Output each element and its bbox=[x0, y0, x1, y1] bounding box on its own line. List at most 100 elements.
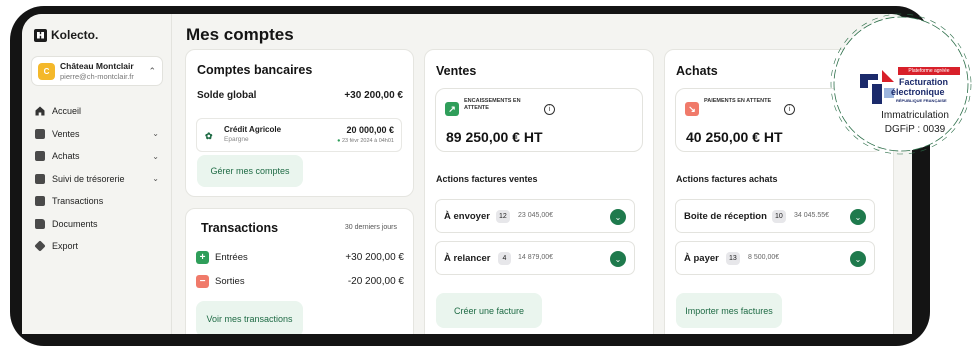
stat-label: Paiements en attente bbox=[704, 98, 772, 104]
kolecto-logo-icon bbox=[34, 28, 47, 42]
plus-icon: + bbox=[196, 251, 209, 264]
badge-line1: Facturation bbox=[899, 77, 949, 87]
card-title: Achats bbox=[676, 64, 718, 78]
chevron-down-icon[interactable]: ⌄ bbox=[152, 174, 159, 183]
info-icon[interactable]: i bbox=[544, 104, 555, 115]
comptes-bancaires-card: Comptes bancaires Solde global +30 200,0… bbox=[185, 49, 414, 197]
minus-icon: − bbox=[196, 275, 209, 288]
action-label: Boite de réception bbox=[684, 211, 767, 222]
sidebar-item-label: Transactions bbox=[52, 196, 104, 207]
count-badge: 12 bbox=[496, 210, 510, 223]
entrees-value: +30 200,00 € bbox=[345, 252, 404, 263]
avatar: C bbox=[38, 62, 55, 80]
action-amount: 8 500,00€ bbox=[748, 254, 780, 261]
sidebar-item-tresorerie[interactable]: Suivi de trésorerie ⌄ bbox=[31, 168, 163, 191]
badge-line4: Immatriculation bbox=[881, 110, 949, 121]
gerer-comptes-button[interactable]: Gérer mes comptes bbox=[197, 155, 303, 187]
solde-global-label: Solde global bbox=[197, 90, 257, 101]
main-content: Mes comptes Comptes bancaires Solde glob… bbox=[172, 14, 912, 334]
sidebar-item-label: Accueil bbox=[52, 106, 82, 117]
action-amount: 34 045.55€ bbox=[794, 212, 830, 219]
sidebar-item-label: Suivi de trésorerie bbox=[52, 173, 125, 184]
transactions-icon bbox=[35, 196, 45, 207]
voir-transactions-button[interactable]: Voir mes transactions bbox=[196, 301, 303, 334]
sidebar-item-accueil[interactable]: Accueil bbox=[31, 100, 163, 123]
brand-logo[interactable]: Kolecto. bbox=[34, 28, 98, 42]
treasury-icon bbox=[35, 173, 45, 184]
card-title: Transactions bbox=[201, 221, 279, 235]
stat-value: 40 250,00 € HT bbox=[686, 129, 783, 145]
sidebar-item-label: Documents bbox=[52, 218, 98, 229]
app-screen: Kolecto. C Château Montclair pierre@ch-m… bbox=[22, 14, 912, 334]
count-badge: 13 bbox=[726, 252, 740, 265]
export-icon bbox=[34, 240, 46, 252]
purchases-icon bbox=[35, 151, 45, 162]
account-switcher[interactable]: C Château Montclair pierre@ch-montclair.… bbox=[31, 56, 163, 86]
bank-account-item[interactable]: ✿ Crédit Agricole Epargne 20 000,00 € ● … bbox=[196, 118, 402, 152]
transactions-card: Transactions 30 derniers jours + Entrées… bbox=[185, 208, 414, 334]
chevron-down-icon[interactable]: ⌄ bbox=[850, 251, 866, 267]
sidebar: Kolecto. C Château Montclair pierre@ch-m… bbox=[22, 14, 172, 334]
entrees-label: Entrées bbox=[215, 252, 248, 263]
badge-line3: RÉPUBLIQUE FRANÇAISE bbox=[896, 98, 947, 103]
encaissements-stat: ↗ Encaissements en attente i 89 250,00 €… bbox=[435, 88, 643, 152]
count-badge: 4 bbox=[498, 252, 511, 265]
info-icon[interactable]: i bbox=[784, 104, 795, 115]
card-title: Comptes bancaires bbox=[197, 63, 313, 77]
account-email: pierre@ch-montclair.fr bbox=[60, 71, 134, 81]
sidebar-item-label: Export bbox=[52, 241, 79, 252]
actions-achats-title: Actions factures achats bbox=[676, 174, 778, 184]
bank-account-type: Epargne bbox=[224, 136, 249, 143]
page-title: Mes comptes bbox=[186, 25, 294, 44]
action-boite-reception[interactable]: Boite de réception 10 34 045.55€ ⌄ bbox=[675, 199, 875, 233]
sidebar-item-achats[interactable]: Achats ⌄ bbox=[31, 145, 163, 168]
sidebar-item-ventes[interactable]: Ventes ⌄ bbox=[31, 123, 163, 146]
bank-name: Crédit Agricole bbox=[224, 125, 282, 134]
sidebar-item-documents[interactable]: Documents bbox=[31, 213, 163, 236]
chevron-updown-icon: ⌃ bbox=[148, 65, 156, 76]
action-label: À payer bbox=[684, 253, 719, 264]
creer-facture-button[interactable]: Créer une facture bbox=[436, 293, 542, 328]
arrow-up-right-icon: ↗ bbox=[445, 102, 459, 116]
sync-date-text: 23 févr 2024 à 04h01 bbox=[342, 138, 394, 144]
sidebar-item-label: Achats bbox=[52, 151, 80, 162]
sales-icon bbox=[35, 128, 45, 139]
chevron-down-icon[interactable]: ⌄ bbox=[152, 129, 159, 138]
stat-value: 89 250,00 € HT bbox=[446, 129, 543, 145]
arrow-down-right-icon: ↘ bbox=[685, 102, 699, 116]
home-icon bbox=[35, 106, 45, 116]
action-amount: 23 045,00€ bbox=[518, 212, 554, 219]
actions-ventes-title: Actions factures ventes bbox=[436, 174, 538, 184]
badge-tag: Plateforme agréée bbox=[898, 67, 960, 75]
badge-line5: DGFiP : 0039 bbox=[884, 124, 946, 135]
action-a-envoyer[interactable]: À envoyer 12 23 045,00€ ⌄ bbox=[435, 199, 635, 233]
solde-global-value: +30 200,00 € bbox=[344, 90, 403, 101]
sidebar-item-export[interactable]: Export bbox=[31, 235, 163, 258]
stat-label: Encaissements en attente bbox=[464, 98, 521, 112]
bank-logo-icon: ✿ bbox=[205, 131, 213, 141]
folder-icon bbox=[35, 218, 45, 229]
action-a-relancer[interactable]: À relancer 4 14 879,00€ ⌄ bbox=[435, 241, 635, 275]
count-badge: 10 bbox=[772, 210, 786, 223]
chevron-down-icon[interactable]: ⌄ bbox=[610, 209, 626, 225]
sidebar-nav: Accueil Ventes ⌄ Achats ⌄ Suivi de tréso… bbox=[31, 100, 163, 258]
card-title: Ventes bbox=[436, 64, 477, 78]
action-label: À envoyer bbox=[444, 211, 490, 222]
sidebar-item-label: Ventes bbox=[52, 128, 80, 139]
account-name: Château Montclair bbox=[60, 61, 134, 71]
brand-name: Kolecto. bbox=[51, 28, 99, 42]
badge-line2: électronique bbox=[891, 87, 945, 97]
sorties-value: -20 200,00 € bbox=[347, 276, 404, 287]
bank-amount: 20 000,00 € bbox=[346, 125, 394, 135]
ventes-card: Ventes ↗ Encaissements en attente i 89 2… bbox=[424, 49, 654, 334]
bank-sync-date: ● 23 févr 2024 à 04h01 bbox=[337, 138, 394, 144]
period-label: 30 derniers jours bbox=[344, 224, 397, 231]
action-amount: 14 879,00€ bbox=[518, 254, 554, 261]
chevron-down-icon[interactable]: ⌄ bbox=[850, 209, 866, 225]
action-a-payer[interactable]: À payer 13 8 500,00€ ⌄ bbox=[675, 241, 875, 275]
importer-factures-button[interactable]: Importer mes factures bbox=[676, 293, 782, 328]
chevron-down-icon[interactable]: ⌄ bbox=[610, 251, 626, 267]
action-label: À relancer bbox=[444, 253, 491, 264]
sidebar-item-transactions[interactable]: Transactions bbox=[31, 190, 163, 213]
chevron-down-icon[interactable]: ⌄ bbox=[152, 152, 159, 161]
